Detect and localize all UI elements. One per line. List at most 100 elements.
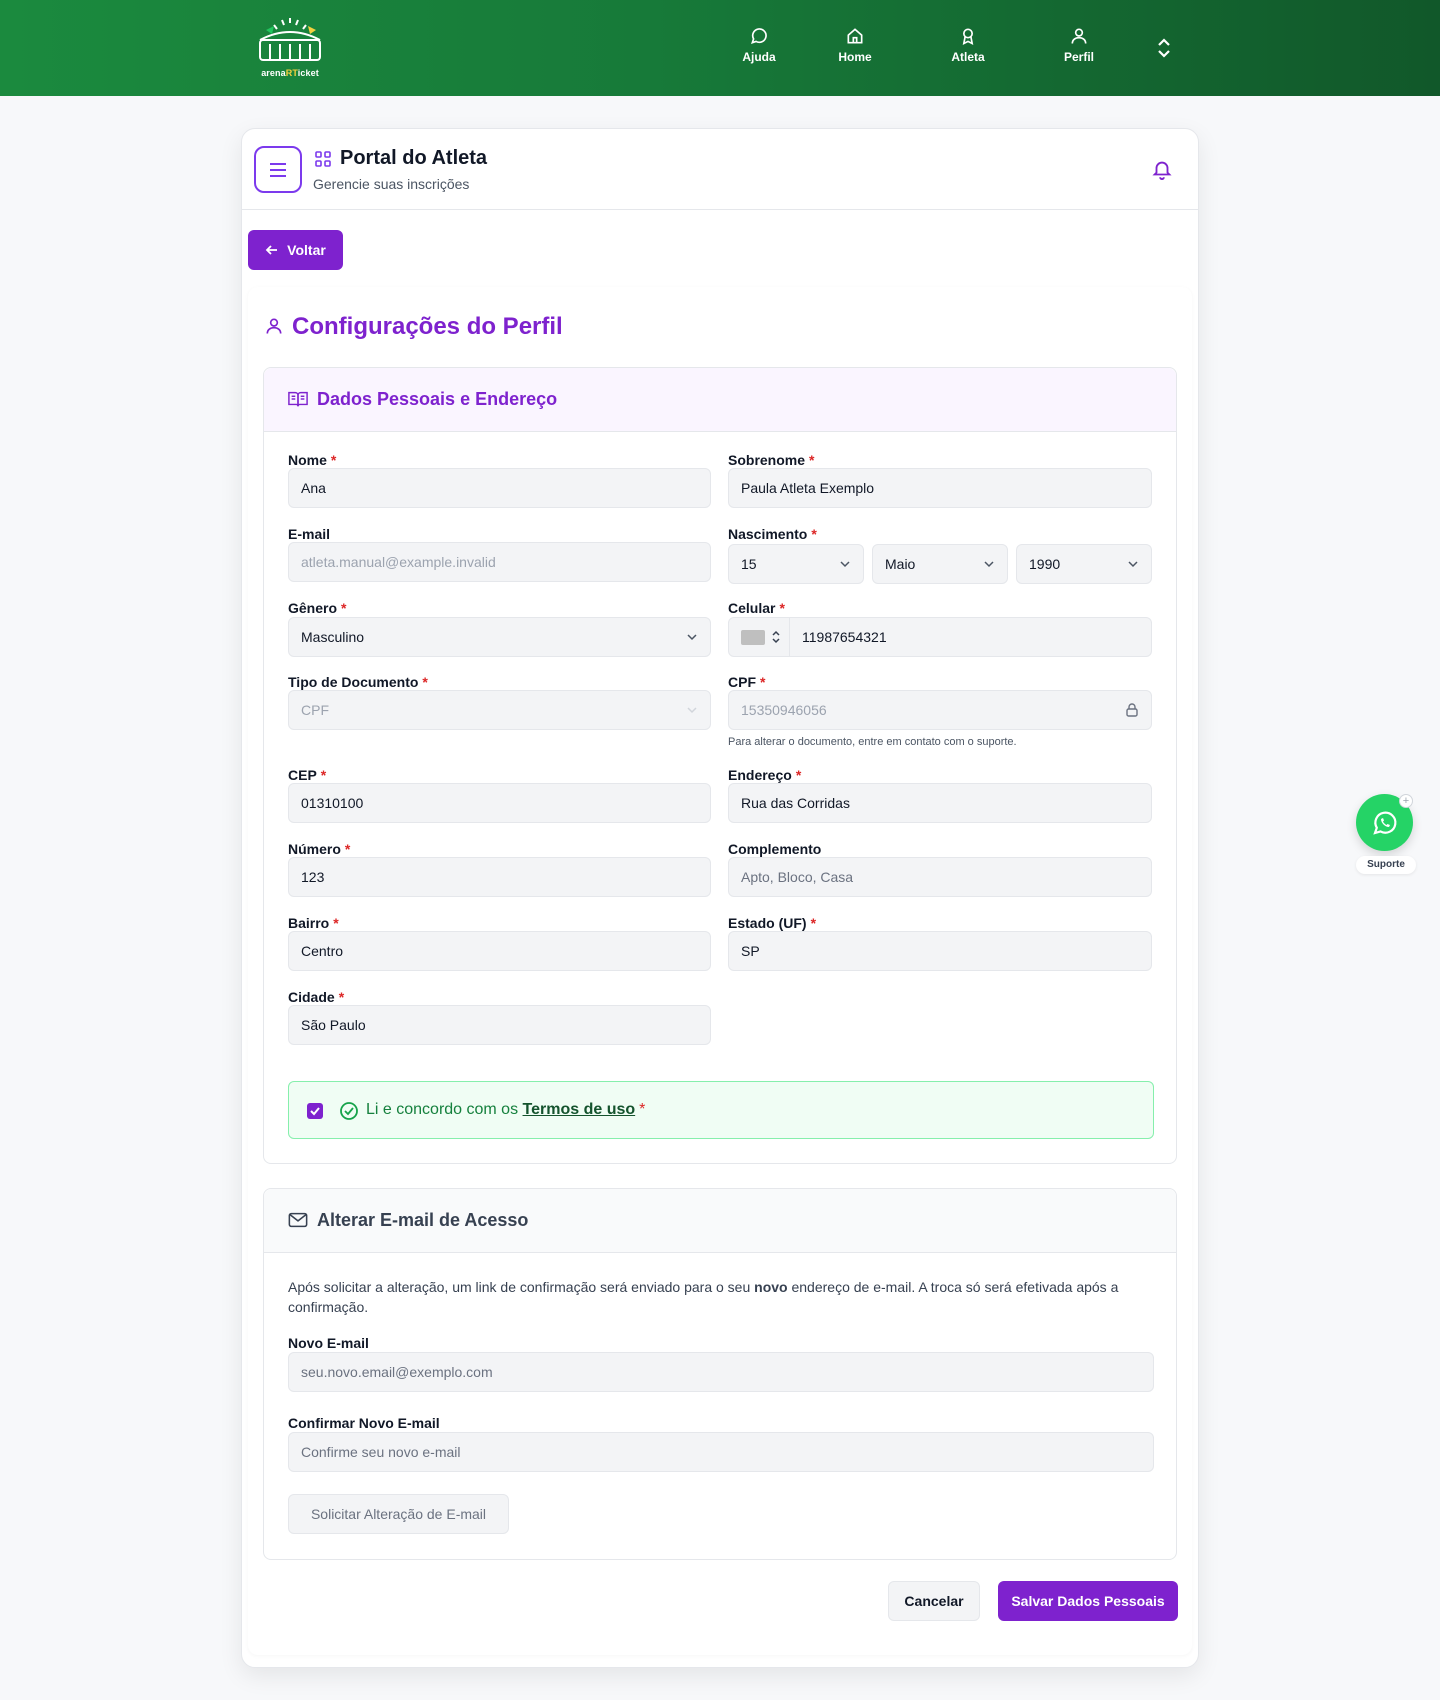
terms-link[interactable]: Termos de uso (523, 1101, 636, 1118)
nav-item-ajuda[interactable]: Ajuda (724, 26, 794, 64)
tipo-doc-select: CPF (288, 690, 711, 730)
nav-label: Ajuda (742, 50, 776, 64)
logo-text: arena (261, 68, 286, 78)
user-icon (1071, 28, 1087, 44)
check-icon (310, 1107, 320, 1116)
birth-year-select[interactable]: 1990 (1016, 544, 1152, 584)
nascimento-label: Nascimento * (728, 526, 817, 542)
lock-icon (1126, 703, 1138, 717)
section-title: Dados Pessoais e Endereço (317, 389, 558, 409)
section-header: Dados Pessoais e Endereço (264, 368, 1176, 432)
book-open-icon (288, 391, 308, 407)
bairro-input[interactable] (288, 931, 711, 971)
genero-select[interactable]: Masculino (288, 617, 711, 657)
estado-input[interactable] (728, 931, 1152, 971)
top-navbar: arenaRTicket Ajuda Home Atleta Perfil (0, 0, 1440, 96)
tipo-doc-label: Tipo de Documento * (288, 674, 428, 690)
cancel-button[interactable]: Cancelar (888, 1581, 980, 1621)
nav-label: Perfil (1063, 50, 1094, 64)
save-button[interactable]: Salvar Dados Pessoais (998, 1581, 1178, 1621)
nav-item-atleta[interactable]: Atleta (933, 26, 1003, 64)
sobrenome-label: Sobrenome * (728, 452, 815, 468)
stadium-icon (259, 18, 321, 61)
celular-input[interactable] (789, 617, 1152, 657)
chevron-down-icon (687, 707, 697, 714)
nav-item-perfil[interactable]: Perfil (1044, 26, 1114, 64)
email-change-description: Após solicitar a alteração, um link de c… (288, 1279, 1119, 1315)
nav-label: Home (838, 50, 872, 64)
brand-logo[interactable]: arenaRTicket (252, 14, 328, 78)
complemento-label: Complemento (728, 841, 822, 857)
confirmar-email-input[interactable] (288, 1432, 1154, 1472)
chevron-up-down-icon (1158, 38, 1170, 58)
whatsapp-icon (1372, 811, 1396, 835)
birth-month-select[interactable]: Maio (872, 544, 1008, 584)
numero-input[interactable] (288, 857, 711, 897)
chevron-up-down-icon (772, 630, 780, 644)
cep-input[interactable] (288, 783, 711, 823)
sobrenome-input[interactable] (728, 468, 1152, 508)
terms-checkbox[interactable] (307, 1103, 323, 1119)
chevron-down-icon (687, 634, 697, 641)
bell-icon[interactable] (1151, 157, 1173, 181)
check-circle-icon (340, 1102, 358, 1120)
menu-button[interactable] (254, 146, 302, 193)
cpf-help-text: Para alterar o documento, entre em conta… (728, 736, 1017, 748)
terms-text: Li e concordo com os Termos de uso * (366, 1101, 646, 1118)
arrow-left-icon (265, 245, 278, 255)
personal-data-section: Dados Pessoais e Endereço Nome* Sobrenom… (263, 367, 1177, 1164)
tipo-doc-value: CPF (301, 702, 329, 718)
portal-title: Portal do Atleta (340, 147, 488, 169)
chevron-down-icon (1128, 561, 1138, 568)
novo-email-input[interactable] (288, 1352, 1154, 1392)
flag-icon (741, 630, 765, 645)
nav-expand-toggle[interactable] (1152, 36, 1176, 60)
numero-label: Número * (288, 841, 351, 857)
cpf-input: 15350946056 (728, 690, 1152, 730)
cep-label: CEP * (288, 767, 327, 783)
birth-day-select[interactable]: 15 (728, 544, 864, 584)
celular-label: Celular * (728, 600, 785, 616)
support-label: Suporte (1356, 856, 1416, 874)
birth-month-value: Maio (885, 556, 916, 572)
birth-day-value: 15 (741, 556, 757, 572)
user-icon (266, 318, 282, 334)
genero-label: Gênero * (288, 600, 347, 616)
chevron-down-icon (840, 561, 850, 568)
medal-icon (962, 28, 974, 45)
nav-label: Atleta (951, 50, 985, 64)
complemento-input[interactable] (728, 857, 1152, 897)
nav-item-home[interactable]: Home (820, 26, 890, 64)
novo-email-label: Novo E-mail (288, 1335, 369, 1351)
back-button[interactable]: Voltar (248, 230, 343, 270)
bairro-label: Bairro * (288, 915, 339, 931)
page-title: Configurações do Perfil (292, 313, 563, 340)
email-input[interactable] (288, 542, 711, 582)
request-email-change-button[interactable]: Solicitar Alteração de E-mail (288, 1494, 509, 1534)
grid-icon (315, 151, 331, 167)
home-icon (847, 28, 863, 44)
chat-bubble-icon (751, 28, 767, 44)
logo-text-highlight: RT (285, 68, 298, 78)
portal-header: Portal do Atleta Gerencie suas inscriçõe… (242, 129, 1198, 210)
cidade-label: Cidade * (288, 989, 345, 1005)
endereco-input[interactable] (728, 783, 1152, 823)
nome-input[interactable] (288, 468, 711, 508)
section-header: Alterar E-mail de Acesso (264, 1189, 1176, 1253)
cpf-value: 15350946056 (741, 702, 827, 718)
country-code-select[interactable] (728, 617, 790, 657)
genero-value: Masculino (301, 629, 365, 645)
cidade-input[interactable] (288, 1005, 711, 1045)
birth-year-value: 1990 (1029, 556, 1061, 572)
portal-card: Portal do Atleta Gerencie suas inscriçõe… (241, 128, 1199, 1668)
email-change-section: Alterar E-mail de Acesso Após solicitar … (263, 1188, 1177, 1560)
plus-icon: + (1399, 794, 1413, 808)
estado-label: Estado (UF) * (728, 915, 817, 931)
mail-icon (288, 1212, 308, 1228)
chevron-down-icon (984, 561, 994, 568)
portal-subtitle: Gerencie suas inscrições (313, 176, 470, 192)
confirmar-email-label: Confirmar Novo E-mail (288, 1415, 440, 1431)
hamburger-icon (270, 162, 286, 177)
back-label: Voltar (287, 242, 326, 258)
email-label: E-mail (288, 526, 331, 542)
